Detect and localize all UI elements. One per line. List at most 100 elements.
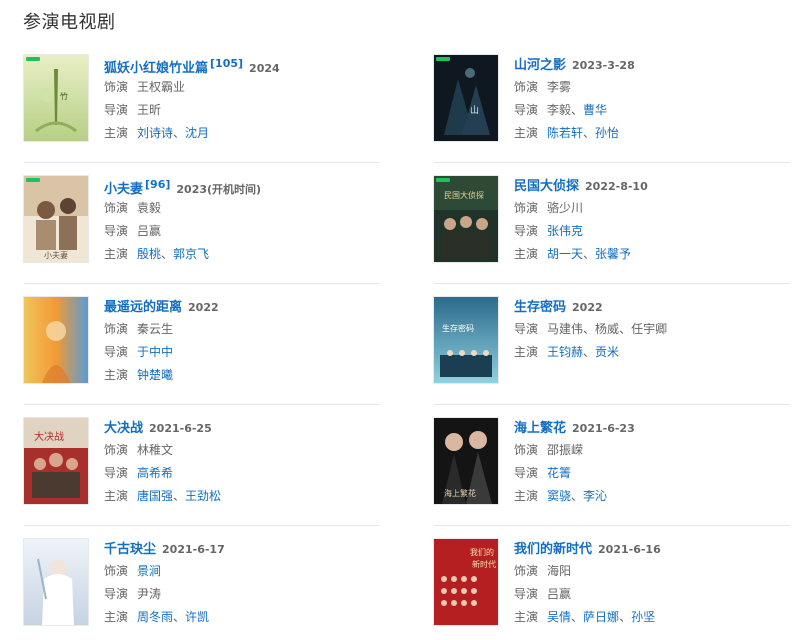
person-link[interactable]: 萨日娜 — [583, 610, 619, 624]
director-row: 导演 于中中 — [104, 344, 173, 360]
svg-text:新时代: 新时代 — [472, 559, 496, 569]
director-row: 导演 高希希 — [104, 465, 173, 481]
drama-title-link[interactable]: 大决战 — [104, 421, 143, 436]
drama-title-link[interactable]: 狐妖小红娘竹业篇 — [104, 61, 208, 76]
drama-title-line: 山河之影 2023-3-28 — [514, 55, 635, 75]
person-link[interactable]: 高希希 — [137, 466, 173, 480]
person-link[interactable]: 刘诗诗 — [137, 126, 173, 140]
person-link[interactable]: 殷桃 — [137, 247, 161, 261]
person-link[interactable]: 陈若轩 — [547, 126, 583, 140]
role-row: 饰演 王权霸业 — [104, 79, 185, 95]
role-label: 饰演 — [514, 443, 539, 457]
drama-poster[interactable]: 山 — [434, 55, 498, 141]
person-link[interactable]: 郭京飞 — [173, 247, 209, 261]
director-row: 导演 李毅、曹华 — [514, 102, 607, 118]
person-link[interactable]: 胡一天 — [547, 247, 583, 261]
name-separator: 、 — [583, 247, 596, 261]
cast-label: 主演 — [104, 368, 129, 382]
drama-grid: 竹狐妖小红娘竹业篇 [105] 2024 饰演 王权霸业 导演 王昕 主演 刘诗诗、沈月 小夫妻小… — [0, 0, 792, 640]
cast-row: 主演 胡一天、张馨予 — [514, 246, 631, 262]
drama-title-link[interactable]: 生存密码 — [514, 300, 566, 315]
drama-poster[interactable]: 竹 — [24, 55, 88, 141]
air-date: 2021-6-16 — [598, 543, 661, 556]
person-link[interactable]: 沈月 — [185, 126, 209, 140]
cast-label: 主演 — [104, 126, 129, 140]
air-date: 2021-6-23 — [572, 422, 635, 435]
person-link[interactable]: 张伟克 — [547, 224, 583, 238]
role-row: 饰演 骆少川 — [514, 200, 583, 216]
cast-row: 主演 唐国强、王劲松 — [104, 488, 221, 504]
person-link[interactable]: 钟楚曦 — [137, 368, 173, 382]
cast-row: 主演 刘诗诗、沈月 — [104, 125, 209, 141]
person-link[interactable]: 张馨予 — [595, 247, 631, 261]
director-label: 导演 — [104, 587, 129, 601]
person-link[interactable]: 孙坚 — [631, 610, 655, 624]
drama-title-link[interactable]: 小夫妻 — [104, 182, 143, 197]
drama-title-line: 我们的新时代 2021-6-16 — [514, 539, 661, 559]
cast-label: 主演 — [104, 610, 129, 624]
drama-title-link[interactable]: 我们的新时代 — [514, 542, 592, 557]
drama-poster[interactable]: 我们的 新时代 — [434, 539, 498, 625]
director-row: 导演 马建伟、杨威、任宇卿 — [514, 321, 667, 337]
drama-poster[interactable] — [24, 297, 88, 383]
person-name: 吕赢 — [137, 224, 162, 238]
citation-ref-link[interactable]: [105] — [210, 57, 243, 70]
person-link[interactable]: 贡米 — [595, 345, 619, 359]
person-link[interactable]: 孙怡 — [595, 126, 619, 140]
person-link[interactable]: 周冬雨 — [137, 610, 173, 624]
drama-title-line: 大决战 2021-6-25 — [104, 418, 212, 438]
person-link[interactable]: 许凯 — [185, 610, 209, 624]
person-link[interactable]: 花箐 — [547, 466, 571, 480]
role-row: 饰演 袁毅 — [104, 200, 161, 216]
director-label: 导演 — [514, 587, 539, 601]
person-link[interactable]: 曹华 — [583, 103, 607, 117]
cast-label: 主演 — [104, 489, 129, 503]
name-separator: 、 — [571, 489, 584, 503]
air-date: 2021-6-17 — [162, 543, 225, 556]
drama-title-line: 民国大侦探 2022-8-10 — [514, 176, 648, 196]
drama-title-link[interactable]: 海上繁花 — [514, 421, 566, 436]
person-link[interactable]: 窦骁 — [547, 489, 571, 503]
role-label: 饰演 — [514, 80, 539, 94]
drama-poster[interactable]: 生存密码 — [434, 297, 498, 383]
cast-label: 主演 — [104, 247, 129, 261]
drama-poster[interactable] — [24, 539, 88, 625]
drama-title-link[interactable]: 最遥远的距离 — [104, 300, 182, 315]
cast-label: 主演 — [514, 126, 539, 140]
person-name: 尹涛 — [137, 587, 162, 601]
drama-card: 民国大侦探 民国大侦探 2022-8-10 饰演 骆少川 导演 张伟克 主演 胡一天、张馨予 — [434, 176, 790, 284]
person-link[interactable]: 吴倩 — [547, 610, 571, 624]
drama-title-link[interactable]: 民国大侦探 — [514, 179, 579, 194]
drama-title-line: 生存密码 2022 — [514, 297, 603, 317]
drama-poster[interactable]: 小夫妻 — [24, 176, 88, 262]
drama-title-link[interactable]: 千古玦尘 — [104, 542, 156, 557]
role-name: 海阳 — [547, 564, 572, 578]
role-row: 饰演 秦云生 — [104, 321, 173, 337]
drama-poster[interactable]: 大决战 — [24, 418, 88, 504]
drama-title-link[interactable]: 山河之影 — [514, 58, 566, 73]
director-row: 导演 吕赢 — [514, 586, 571, 602]
cast-row: 主演 钟楚曦 — [104, 367, 173, 383]
director-label: 导演 — [514, 103, 539, 117]
cast-row: 主演 殷桃、郭京飞 — [104, 246, 209, 262]
drama-poster[interactable]: 民国大侦探 — [434, 176, 498, 262]
person-link[interactable]: 唐国强 — [137, 489, 173, 503]
citation-ref-link[interactable]: [96] — [145, 178, 170, 191]
drama-poster[interactable]: 海上繁花 — [434, 418, 498, 504]
person-link[interactable]: 王钧赫 — [547, 345, 583, 359]
director-label: 导演 — [514, 466, 539, 480]
person-link[interactable]: 李沁 — [583, 489, 607, 503]
name-separator: 、 — [571, 103, 584, 117]
person-name: 马建伟 — [547, 322, 584, 336]
director-row: 导演 尹涛 — [104, 586, 161, 602]
cast-row: 主演 王钧赫、贡米 — [514, 344, 619, 360]
cast-label: 主演 — [514, 610, 539, 624]
cast-label: 主演 — [514, 345, 539, 359]
role-name: 林稚文 — [137, 443, 174, 457]
person-link[interactable]: 王劲松 — [185, 489, 221, 503]
role-row: 饰演 海阳 — [514, 563, 571, 579]
poster-badge-icon — [436, 178, 450, 182]
person-link[interactable]: 于中中 — [137, 345, 173, 359]
role-name[interactable]: 景涧 — [137, 564, 161, 578]
svg-text:山: 山 — [470, 105, 479, 116]
